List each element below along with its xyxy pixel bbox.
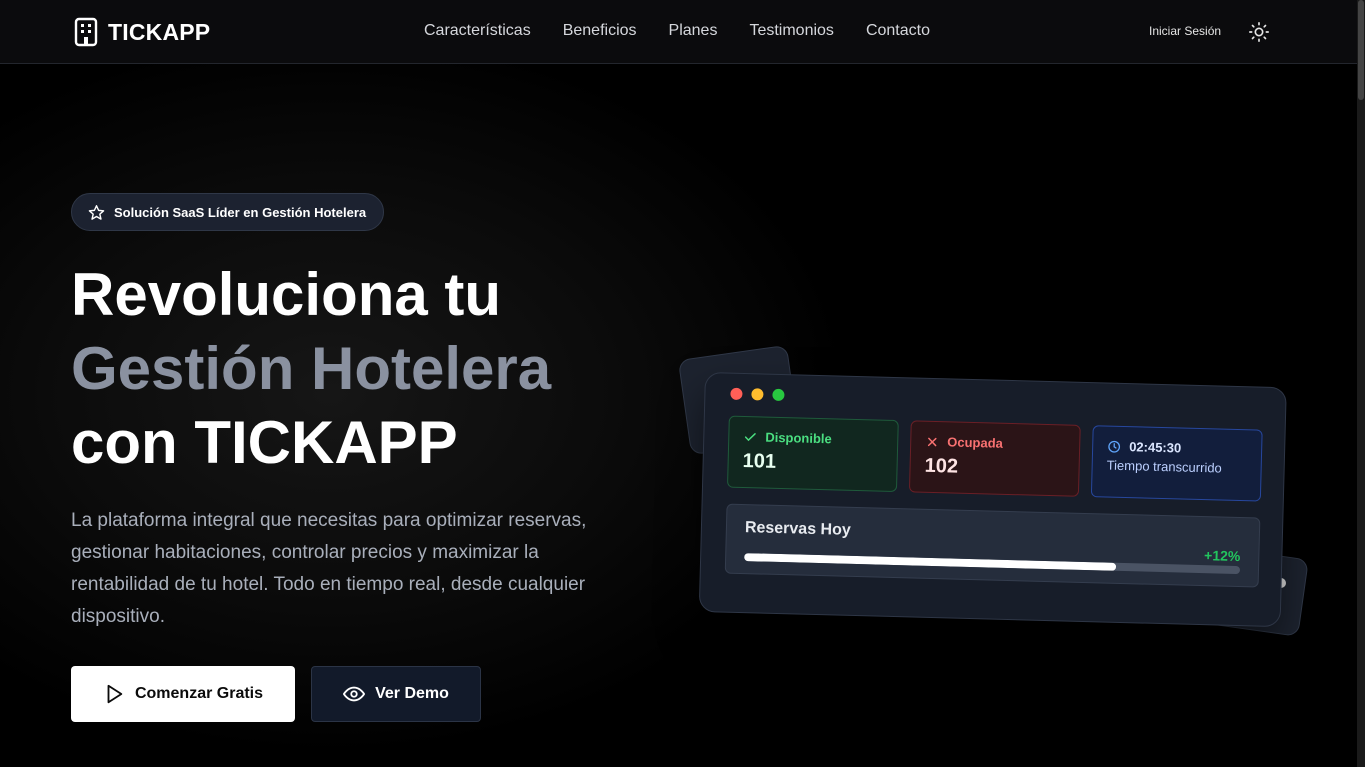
available-rooms-card: Disponible 101 — [726, 415, 899, 493]
window-controls — [730, 387, 785, 402]
window-dot-yellow — [751, 388, 764, 401]
view-demo-button[interactable]: Ver Demo — [311, 666, 481, 722]
hero-title: Revoluciona tu Gestión Hotelera con TICK… — [71, 258, 551, 480]
reservations-progress-track — [744, 553, 1241, 575]
hero-title-line-3: con TICKAPP — [71, 409, 458, 476]
nav-planes[interactable]: Planes — [669, 22, 718, 40]
building-icon — [74, 17, 98, 47]
play-icon — [107, 684, 123, 704]
start-free-button[interactable]: Comenzar Gratis — [71, 666, 295, 722]
main-nav: Características Beneficios Planes Testim… — [424, 22, 930, 40]
top-navbar: TICKAPP Características Beneficios Plane… — [0, 0, 1357, 64]
brand[interactable]: TICKAPP — [74, 17, 210, 47]
close-icon — [927, 437, 937, 446]
occupied-rooms-card: Ocupada 102 — [908, 420, 1081, 497]
hero-badge-text: Solución SaaS Líder en Gestión Hotelera — [114, 204, 367, 220]
view-demo-label: Ver Demo — [375, 685, 449, 702]
hero-title-line-1: Revoluciona tu — [71, 261, 502, 328]
page-scrollbar[interactable] — [1357, 0, 1365, 767]
available-label: Disponible — [765, 429, 832, 447]
dashboard-window: Disponible 101 Ocupada 102 02:45:30 Tiem… — [698, 372, 1287, 628]
nav-beneficios[interactable]: Beneficios — [563, 22, 637, 40]
clock-icon — [1108, 440, 1121, 453]
sun-icon[interactable] — [1248, 21, 1270, 43]
reservations-change: +12% — [1203, 547, 1241, 565]
window-dot-green — [772, 388, 785, 402]
available-room-number: 101 — [742, 450, 777, 473]
star-icon — [88, 204, 105, 220]
elapsed-time-card: 02:45:30 Tiempo transcurrido — [1090, 425, 1263, 502]
nav-caracteristicas[interactable]: Características — [424, 22, 531, 40]
check-icon — [744, 432, 756, 441]
occupied-room-number: 102 — [924, 454, 959, 478]
reservations-today-card: Reservas Hoy +12% — [724, 503, 1261, 588]
start-free-label: Comenzar Gratis — [134, 685, 264, 702]
reservations-progress-fill — [744, 553, 1117, 571]
brand-name: TICKAPP — [108, 18, 211, 45]
reservations-label: Reservas Hoy — [744, 519, 851, 539]
scrollbar-thumb[interactable] — [1358, 0, 1364, 100]
hero-badge: Solución SaaS Líder en Gestión Hotelera — [71, 193, 385, 231]
window-dot-red — [730, 387, 743, 400]
elapsed-time: 02:45:30 — [1128, 439, 1182, 456]
login-link[interactable]: Iniciar Sesión — [1149, 24, 1221, 38]
hero-title-accent: Gestión Hotelera — [71, 335, 552, 402]
nav-contacto[interactable]: Contacto — [866, 22, 930, 40]
hero-description: La plataforma integral que necesitas par… — [71, 510, 587, 627]
occupied-label: Ocupada — [947, 434, 1004, 451]
eye-icon — [343, 686, 366, 702]
nav-testimonios[interactable]: Testimonios — [749, 22, 833, 40]
elapsed-time-label: Tiempo transcurrido — [1106, 457, 1222, 476]
